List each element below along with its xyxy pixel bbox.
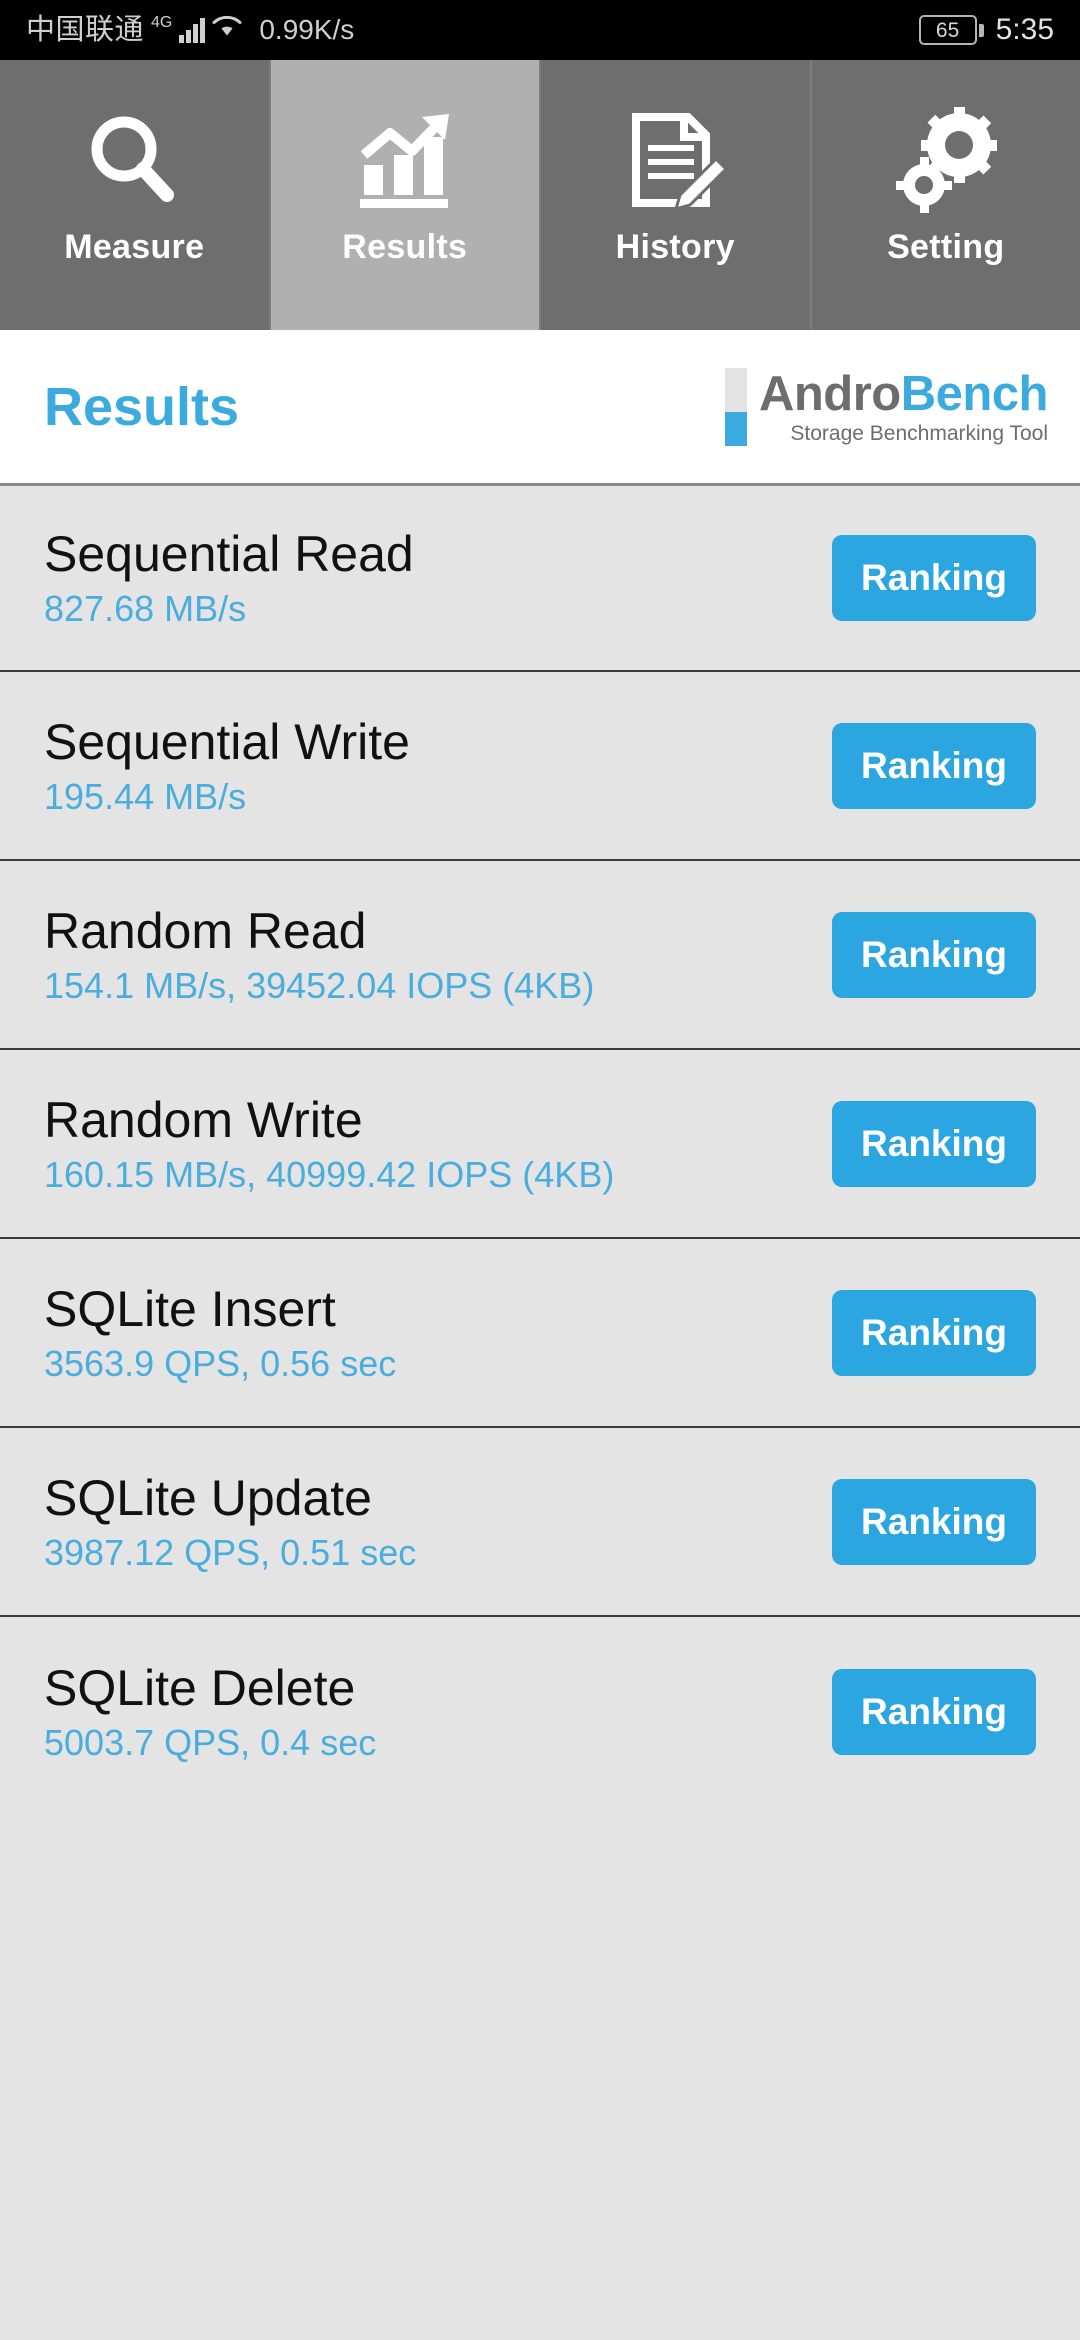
tab-results[interactable]: Results: [268, 60, 539, 330]
battery-icon: 65: [918, 15, 984, 45]
table-row[interactable]: Random Read 154.1 MB/s, 39452.04 IOPS (4…: [0, 861, 1080, 1050]
result-info: Sequential Read 827.68 MB/s: [44, 526, 414, 630]
logo-wordmark-andro: Andro: [758, 366, 901, 421]
result-name: SQLite Delete: [44, 1659, 356, 1716]
ranking-button[interactable]: Ranking: [832, 1100, 1036, 1187]
table-row[interactable]: Random Write 160.15 MB/s, 40999.42 IOPS …: [0, 1050, 1080, 1239]
logo-bar-icon: [724, 367, 747, 446]
bar-chart-trend-icon: [350, 102, 460, 222]
ranking-button[interactable]: Ranking: [832, 911, 1036, 998]
result-value: 827.68 MB/s: [44, 588, 247, 629]
result-value: 5003.7 QPS, 0.4 sec: [44, 1721, 377, 1763]
result-value: 154.1 MB/s, 39452.04 IOPS (4KB): [44, 964, 595, 1006]
gears-icon: [891, 102, 1001, 222]
tab-measure-label: Measure: [64, 228, 205, 266]
result-name: Random Write: [44, 1091, 363, 1148]
ranking-button[interactable]: Ranking: [832, 535, 1036, 621]
page-title: Results: [44, 376, 240, 437]
result-name: SQLite Insert: [44, 1280, 336, 1337]
tab-results-label: Results: [342, 228, 468, 266]
list-empty-space: [0, 1806, 1080, 2340]
network-speed-label: 0.99K/s: [259, 14, 355, 45]
status-bar: 中国联通 4G 0.99K/s 65 5:35: [0, 0, 1080, 60]
table-row[interactable]: SQLite Delete 5003.7 QPS, 0.4 sec Rankin…: [0, 1617, 1080, 1806]
result-name: Sequential Read: [44, 526, 414, 582]
tab-bar: Measure Results History Setting: [0, 60, 1080, 330]
network-type-label: 4G: [151, 14, 173, 31]
tab-measure[interactable]: Measure: [0, 60, 269, 330]
result-info: SQLite Insert 3563.9 QPS, 0.56 sec: [44, 1281, 396, 1385]
tab-history-label: History: [615, 228, 735, 266]
result-name: SQLite Update: [44, 1469, 372, 1526]
battery-percent-label: 65: [935, 18, 960, 42]
ranking-button[interactable]: Ranking: [832, 1289, 1036, 1376]
ranking-button[interactable]: Ranking: [832, 722, 1036, 809]
logo-wordmark-bench: Bench: [900, 366, 1049, 421]
results-list: Sequential Read 827.68 MB/s Ranking Sequ…: [0, 483, 1080, 2340]
clock-label: 5:35: [995, 13, 1054, 46]
phone-screen: 中国联通 4G 0.99K/s 65 5:35 Measure Results …: [0, 0, 1080, 2340]
logo-tagline: Storage Benchmarking Tool: [790, 421, 1048, 445]
ranking-button[interactable]: Ranking: [832, 1668, 1036, 1755]
result-info: Random Write 160.15 MB/s, 40999.42 IOPS …: [44, 1092, 614, 1196]
carrier-label: 中国联通: [26, 14, 145, 46]
tab-setting[interactable]: Setting: [809, 60, 1080, 330]
result-info: Random Read 154.1 MB/s, 39452.04 IOPS (4…: [44, 903, 594, 1007]
status-bar-left: 中国联通 4G 0.99K/s: [26, 13, 354, 47]
result-value: 160.15 MB/s, 40999.42 IOPS (4KB): [44, 1153, 615, 1195]
logo-wordmark: AndroBench: [758, 366, 1049, 421]
result-name: Random Read: [44, 902, 367, 959]
page-header: Results AndroBench Storage Benchmarking …: [0, 330, 1080, 483]
result-info: SQLite Delete 5003.7 QPS, 0.4 sec: [44, 1660, 376, 1764]
androbench-logo: AndroBench Storage Benchmarking Tool: [724, 366, 1049, 446]
signal-bars-icon: [179, 17, 206, 43]
result-value: 3563.9 QPS, 0.56 sec: [44, 1342, 397, 1384]
table-row[interactable]: Sequential Read 827.68 MB/s Ranking: [0, 483, 1080, 672]
result-info: Sequential Write 195.44 MB/s: [44, 714, 410, 818]
tab-history[interactable]: History: [539, 60, 810, 330]
table-row[interactable]: SQLite Insert 3563.9 QPS, 0.56 sec Ranki…: [0, 1239, 1080, 1428]
status-bar-right: 65 5:35: [918, 13, 1054, 47]
result-value: 195.44 MB/s: [44, 775, 247, 817]
result-info: SQLite Update 3987.12 QPS, 0.51 sec: [44, 1470, 416, 1574]
result-name: Sequential Write: [44, 713, 410, 770]
table-row[interactable]: SQLite Update 3987.12 QPS, 0.51 sec Rank…: [0, 1428, 1080, 1617]
tab-setting-label: Setting: [887, 228, 1005, 266]
table-row[interactable]: Sequential Write 195.44 MB/s Ranking: [0, 672, 1080, 861]
ranking-button[interactable]: Ranking: [832, 1478, 1036, 1565]
document-pencil-icon: [620, 102, 730, 222]
magnifier-icon: [79, 102, 189, 222]
logo-text: AndroBench Storage Benchmarking Tool: [758, 366, 1049, 446]
wifi-icon: [212, 14, 242, 43]
result-value: 3987.12 QPS, 0.51 sec: [44, 1531, 417, 1573]
